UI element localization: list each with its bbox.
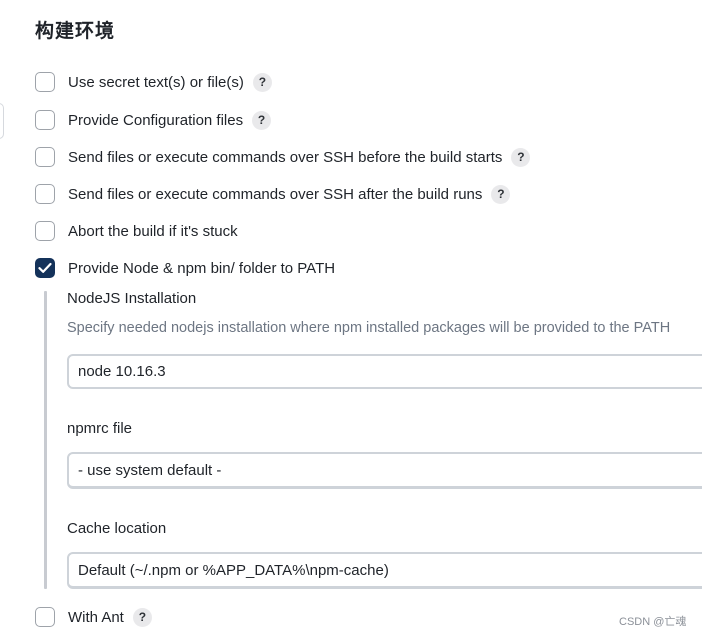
option-use-secret[interactable]: Use secret text(s) or file(s) ? [35,70,272,94]
option-ssh-after-build[interactable]: Send files or execute commands over SSH … [35,182,511,206]
option-with-ant[interactable]: With Ant ? [35,605,152,629]
help-icon[interactable]: ? [252,110,272,130]
checkmark-icon [38,262,52,273]
nodejs-installation-description: Specify needed nodejs installation where… [67,320,671,336]
npmrc-file-label: npmrc file [67,420,133,437]
help-icon[interactable]: ? [491,184,511,204]
option-label: With Ant [68,608,124,626]
checkbox-use-secret[interactable] [35,72,55,92]
option-abort-if-stuck[interactable]: Abort the build if it's stuck [35,219,238,243]
option-label: Send files or execute commands over SSH … [68,185,483,203]
help-icon[interactable]: ? [132,607,152,627]
checkbox-abort-if-stuck[interactable] [35,221,55,241]
npmrc-file-select[interactable]: - use system default - [67,452,702,489]
checkbox-ssh-before-build[interactable] [35,147,55,167]
checkbox-provide-config-files[interactable] [35,110,55,130]
cache-location-label: Cache location [67,520,167,537]
option-label: Provide Configuration files [68,111,244,129]
checkbox-with-ant[interactable] [35,607,55,627]
option-provide-config-files[interactable]: Provide Configuration files ? [35,108,272,132]
nodejs-installation-select[interactable]: node 10.16.3 [67,354,702,389]
watermark: CSDN @亡魂 [619,616,687,628]
option-label: Use secret text(s) or file(s) [68,73,244,91]
option-provide-node-path[interactable]: Provide Node & npm bin/ folder to PATH [35,256,335,280]
option-label: Send files or execute commands over SSH … [68,148,503,166]
nodejs-installation-label: NodeJS Installation [67,290,197,307]
option-label: Provide Node & npm bin/ folder to PATH [68,259,336,277]
section-title: 构建环境 [35,21,116,42]
side-panel-edge [0,103,4,139]
checkbox-provide-node-path[interactable] [35,258,55,278]
option-label: Abort the build if it's stuck [68,222,238,240]
nested-config-rule [44,291,47,589]
option-ssh-before-build[interactable]: Send files or execute commands over SSH … [35,145,531,169]
checkbox-ssh-after-build[interactable] [35,184,55,204]
help-icon[interactable]: ? [252,72,272,92]
help-icon[interactable]: ? [511,147,531,167]
cache-location-select[interactable]: Default (~/.npm or %APP_DATA%\npm-cache) [67,552,702,589]
